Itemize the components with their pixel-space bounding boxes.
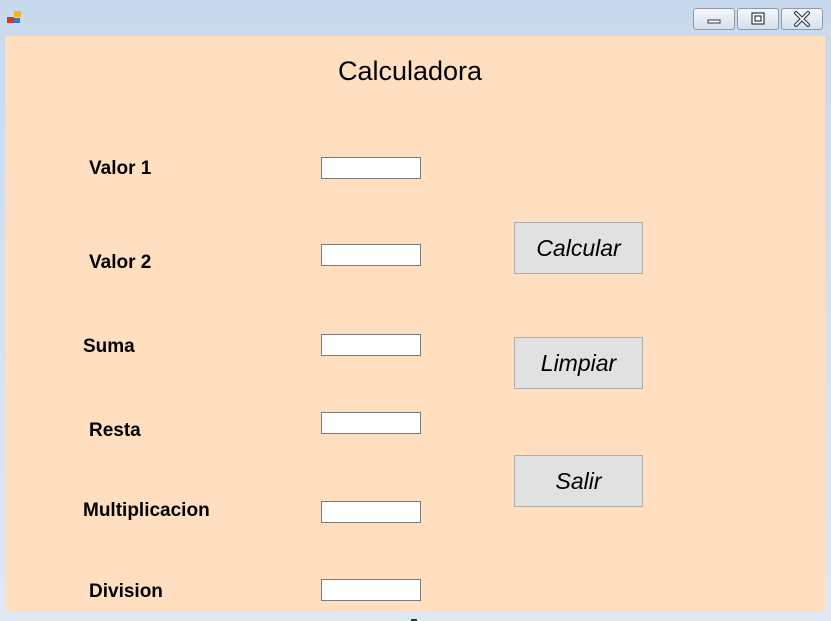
- label-multiplicacion: Multiplicacion: [83, 500, 210, 521]
- label-division: Division: [89, 581, 163, 602]
- calcular-button[interactable]: Calcular: [514, 222, 643, 274]
- multiplicacion-output[interactable]: [321, 501, 421, 523]
- salir-button[interactable]: Salir: [514, 455, 643, 507]
- limpiar-button[interactable]: Limpiar: [514, 337, 643, 389]
- label-suma: Suma: [83, 336, 135, 357]
- maximize-icon: [751, 12, 765, 25]
- valor-2-input[interactable]: [321, 244, 421, 266]
- form-client-area: Calculadora Valor 1 Valor 2 Suma Resta M…: [5, 36, 825, 612]
- app-icon[interactable]: [7, 11, 23, 25]
- label-valor-2: Valor 2: [89, 252, 152, 273]
- label-resta: Resta: [89, 420, 141, 441]
- page-title: Calculadora: [337, 56, 483, 86]
- minimize-icon: [707, 19, 721, 24]
- suma-output[interactable]: [321, 334, 421, 356]
- minimize-button[interactable]: [693, 8, 735, 30]
- label-valor-1: Valor 1: [89, 158, 152, 179]
- valor-1-input[interactable]: [321, 157, 421, 179]
- resta-output[interactable]: [321, 412, 421, 434]
- title-bar[interactable]: [0, 0, 831, 36]
- app-window: Calculadora Valor 1 Valor 2 Suma Resta M…: [0, 0, 831, 621]
- close-button[interactable]: [781, 8, 823, 30]
- close-icon: [794, 11, 810, 27]
- maximize-button[interactable]: [737, 8, 779, 30]
- division-output[interactable]: [321, 579, 421, 601]
